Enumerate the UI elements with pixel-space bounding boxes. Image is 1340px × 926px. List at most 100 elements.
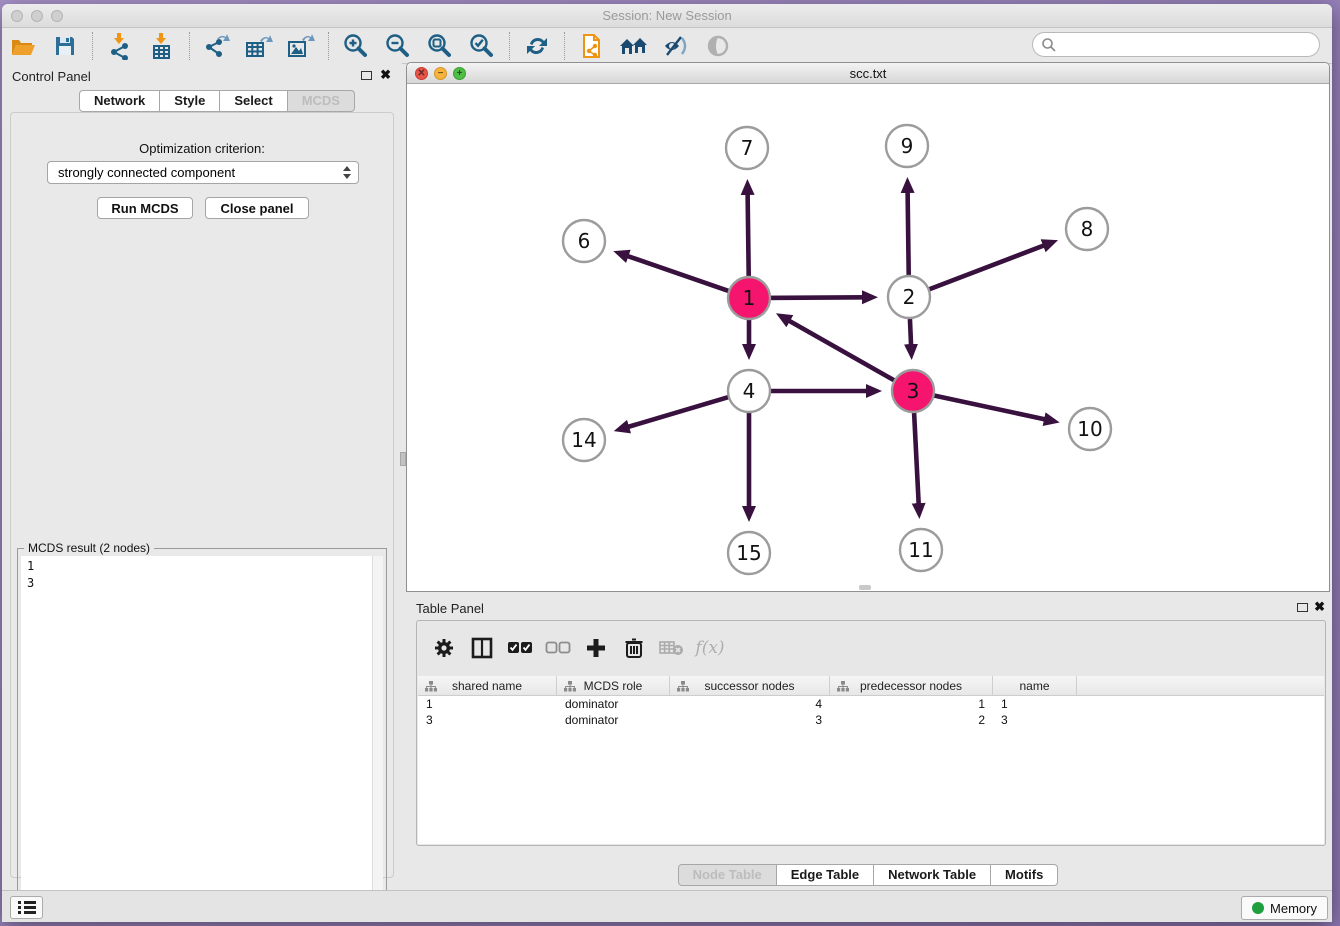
cell-shared-name[interactable]: 3 [418, 712, 557, 728]
clone-network-icon[interactable] [577, 31, 607, 61]
home-icon[interactable] [619, 31, 649, 61]
table-row[interactable]: 3dominator323 [418, 712, 1324, 728]
export-image-icon[interactable] [286, 31, 316, 61]
column-header-shared-name[interactable]: shared name [418, 676, 557, 695]
control-panel-tabs: NetworkStyleSelectMCDS [79, 90, 355, 112]
cell-successor-nodes[interactable]: 4 [670, 696, 830, 712]
table-settings-gear-icon[interactable] [431, 635, 457, 661]
cell-predecessor-nodes[interactable]: 2 [830, 712, 993, 728]
search-input[interactable] [1057, 35, 1319, 55]
add-column-icon[interactable] [583, 635, 609, 661]
memory-button[interactable]: Memory [1241, 896, 1328, 920]
node-8[interactable]: 8 [1066, 208, 1108, 250]
column-header-MCDS-role[interactable]: MCDS role [557, 676, 670, 695]
panel-splitter-handle[interactable] [400, 452, 406, 466]
float-panel-icon[interactable] [361, 71, 372, 80]
edge-3-10[interactable] [919, 392, 1048, 420]
table-tabs: Node TableEdge TableNetwork TableMotifs [406, 864, 1330, 886]
edge-3-11[interactable] [913, 397, 919, 507]
node-9[interactable]: 9 [886, 125, 928, 167]
visibility-icon [703, 31, 733, 61]
node-14[interactable]: 14 [563, 419, 605, 461]
table-panel-body: f(x) shared nameMCDS rolesuccessor nodes… [416, 620, 1326, 846]
tab-network[interactable]: Network [79, 90, 160, 112]
search-field[interactable] [1032, 32, 1320, 57]
export-table-icon[interactable] [244, 31, 274, 61]
svg-text:11: 11 [908, 538, 933, 562]
cell-MCDS-role[interactable]: dominator [557, 712, 670, 728]
tab-select[interactable]: Select [220, 90, 287, 112]
edge-4-14[interactable] [625, 393, 743, 428]
table-row[interactable]: 1dominator411 [418, 696, 1324, 712]
cell-name[interactable]: 3 [993, 712, 1077, 728]
tab-mcds[interactable]: MCDS [288, 90, 355, 112]
zoom-out-icon[interactable] [383, 31, 413, 61]
select-all-icon[interactable] [507, 635, 533, 661]
close-panel-icon[interactable]: ✖ [380, 67, 391, 83]
list-icon [18, 899, 36, 916]
cell-shared-name[interactable]: 1 [418, 696, 557, 712]
edge-1-6[interactable] [625, 255, 744, 296]
network-canvas[interactable]: 7 9 6 8 1 2 4 3 14 10 15 11 [407, 84, 1329, 591]
node-3[interactable]: 3 [892, 370, 934, 412]
node-10[interactable]: 10 [1069, 408, 1111, 450]
delete-column-icon[interactable] [621, 635, 647, 661]
node-4[interactable]: 4 [728, 370, 770, 412]
cell-successor-nodes[interactable]: 3 [670, 712, 830, 728]
import-network-icon[interactable] [105, 31, 135, 61]
close-panel-button[interactable]: Close panel [205, 197, 309, 219]
function-builder-icon: f(x) [697, 635, 723, 661]
svg-text:6: 6 [578, 229, 591, 253]
toolbar-separator [509, 32, 510, 60]
deselect-all-icon[interactable] [545, 635, 571, 661]
canvas-hscroll-thumb[interactable] [859, 585, 871, 590]
cell-name[interactable]: 1 [993, 696, 1077, 712]
column-header-name[interactable]: name [993, 676, 1077, 695]
import-table-icon[interactable] [147, 31, 177, 61]
save-icon[interactable] [50, 31, 80, 61]
edge-3-1[interactable] [786, 319, 907, 388]
column-header-successor-nodes[interactable]: successor nodes [670, 676, 830, 695]
open-file-icon[interactable] [8, 31, 38, 61]
refresh-layout-icon[interactable] [522, 31, 552, 61]
run-mcds-button[interactable]: Run MCDS [97, 197, 193, 219]
dropdown-arrows-icon [343, 166, 351, 179]
main-toolbar [2, 28, 1332, 64]
node-11[interactable]: 11 [900, 529, 942, 571]
svg-text:14: 14 [571, 428, 596, 452]
hide-visibility-icon[interactable] [661, 31, 691, 61]
column-header-predecessor-nodes[interactable]: predecessor nodes [830, 676, 993, 695]
zoom-selected-icon[interactable] [467, 31, 497, 61]
tab-node-table[interactable]: Node Table [678, 864, 777, 886]
zoom-fit-icon[interactable] [425, 31, 455, 61]
tab-network-table[interactable]: Network Table [874, 864, 991, 886]
node-1[interactable]: 1 [728, 277, 770, 319]
zoom-in-icon[interactable] [341, 31, 371, 61]
edge-2-8[interactable] [915, 244, 1047, 295]
task-history-button[interactable] [10, 896, 43, 919]
node-2[interactable]: 2 [888, 276, 930, 318]
mcds-result-title: MCDS result (2 nodes) [24, 541, 154, 555]
edge-1-2[interactable] [755, 297, 866, 298]
network-window-titlebar[interactable]: ✕ − + scc.txt [407, 63, 1329, 84]
mcds-result-area[interactable]: 1 3 [21, 556, 383, 917]
cell-predecessor-nodes[interactable]: 1 [830, 696, 993, 712]
show-columns-icon[interactable] [469, 635, 495, 661]
tab-motifs[interactable]: Motifs [991, 864, 1058, 886]
svg-text:2: 2 [903, 285, 916, 309]
control-panel-header: Control Panel ✖ [2, 62, 402, 88]
mcds-panel: Optimization criterion: strongly connect… [10, 112, 394, 878]
close-table-panel-icon[interactable]: ✖ [1314, 599, 1325, 615]
node-6[interactable]: 6 [563, 220, 605, 262]
cell-MCDS-role[interactable]: dominator [557, 696, 670, 712]
node-7[interactable]: 7 [726, 127, 768, 169]
export-network-icon[interactable] [202, 31, 232, 61]
tab-style[interactable]: Style [160, 90, 220, 112]
tab-edge-table[interactable]: Edge Table [777, 864, 874, 886]
node-15[interactable]: 15 [728, 532, 770, 574]
node-table: shared nameMCDS rolesuccessor nodesprede… [418, 676, 1324, 844]
criterion-dropdown[interactable]: strongly connected component [47, 161, 359, 184]
float-table-panel-icon[interactable] [1297, 603, 1308, 612]
result-scrollbar[interactable] [372, 556, 383, 917]
table-toolbar: f(x) [417, 621, 1325, 675]
